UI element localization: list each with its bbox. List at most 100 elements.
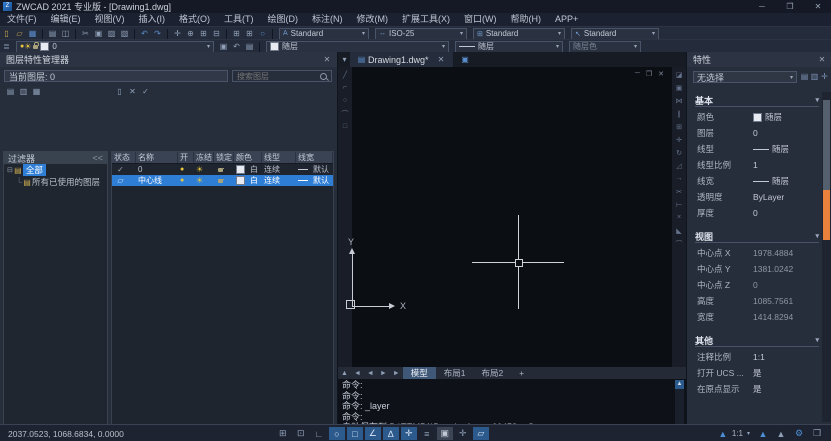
annotation-visibility-icon[interactable]: ▲ (755, 427, 771, 440)
rotate-icon[interactable]: ↻ (674, 148, 685, 157)
menu-view[interactable]: 视图(V) (88, 13, 132, 26)
nav-first-icon[interactable]: ◄ (351, 370, 364, 377)
prop-value[interactable]: 是 (753, 367, 817, 379)
maximize-button[interactable]: ❐ (777, 0, 803, 13)
tab-menu-icon[interactable]: ▾ (338, 54, 351, 65)
properties-close-icon[interactable]: ✕ (816, 54, 828, 65)
tab-layout1[interactable]: 布局1 (436, 367, 474, 379)
menu-express[interactable]: 扩展工具(X) (395, 13, 457, 26)
viewport-icon[interactable]: ⊞ (230, 28, 243, 39)
layer-freeze-icon[interactable]: ☀ (196, 176, 203, 185)
menu-modify[interactable]: 修改(M) (350, 13, 396, 26)
table-style-combo[interactable]: ⊞ Standard▾ (473, 28, 565, 40)
section-basic[interactable]: 基本▾ (695, 94, 819, 107)
plot-icon[interactable]: ▤ (46, 28, 59, 39)
nav-next-icon[interactable]: ► (377, 370, 390, 377)
prop-value[interactable]: 是 (753, 383, 817, 395)
scale-icon[interactable]: ◿ (674, 161, 685, 170)
minimize-button[interactable]: ─ (749, 0, 775, 13)
annotation-scale-value[interactable]: 1:1 (732, 429, 743, 438)
annotation-scale-icon[interactable]: ▲ (715, 427, 731, 440)
zoom-window-icon[interactable]: ⊞ (197, 28, 210, 39)
color-combo[interactable]: 随层 ▾ (266, 41, 449, 53)
layer-search-input[interactable] (237, 72, 320, 81)
move-icon[interactable]: ✛ (674, 135, 685, 144)
chevron-down-icon[interactable]: ▾ (744, 427, 753, 440)
arc-tool-icon[interactable]: ⌒ (340, 109, 351, 118)
cursor-toggle-icon[interactable]: ✛ (455, 427, 471, 440)
fullscreen-icon[interactable]: ❒ (809, 427, 825, 440)
menu-file[interactable]: 文件(F) (0, 13, 44, 26)
trim-icon[interactable]: ✂ (674, 187, 685, 196)
paste-icon[interactable]: ▨ (105, 28, 118, 39)
section-other[interactable]: 其他▾ (695, 334, 819, 347)
drawing-tab[interactable]: ▤ Drawing1.dwg* ✕ (350, 52, 453, 67)
prop-value[interactable]: 随层 (753, 143, 817, 155)
settings-gear-icon[interactable]: ⚙ (791, 427, 807, 440)
prop-value[interactable]: 1 (753, 160, 817, 170)
tree-item-all[interactable]: ⊟ ▤ 全部 (4, 164, 107, 176)
menu-window[interactable]: 窗口(W) (457, 13, 504, 26)
layer-lock-icon[interactable] (218, 168, 223, 172)
select-objects-icon[interactable]: ✛ (819, 71, 830, 83)
preview-icon[interactable]: ◫ (59, 28, 72, 39)
layer-search-box[interactable] (232, 70, 332, 82)
polar-toggle-icon[interactable]: ∠ (365, 427, 381, 440)
layer-combo[interactable]: ● ☀ 0 ▾ (16, 41, 214, 53)
layer-previous-icon[interactable]: ↶ (230, 41, 243, 52)
dim-style-combo[interactable]: ↔ ISO-25▾ (375, 28, 467, 40)
new-drawing-tab-icon[interactable]: ▣ (459, 54, 472, 65)
menu-draw[interactable]: 绘图(D) (261, 13, 306, 26)
polar-track-toggle-icon[interactable]: ∆ (383, 427, 399, 440)
layer-on-icon[interactable]: ● (180, 177, 184, 184)
tree-item-used-layers[interactable]: └ ▤ 所有已使用的图层 (4, 176, 107, 188)
circle-tool-icon[interactable]: ○ (340, 96, 351, 105)
menu-app-plus[interactable]: APP+ (548, 13, 585, 26)
menu-dimension[interactable]: 标注(N) (305, 13, 350, 26)
menu-edit[interactable]: 编辑(E) (44, 13, 88, 26)
annotation-autoscale-icon[interactable]: ▲ (773, 427, 789, 440)
mdi-minimize-icon[interactable]: ─ (635, 70, 640, 78)
mdi-close-icon[interactable]: ✕ (658, 70, 664, 78)
close-button[interactable]: ✕ (805, 0, 831, 13)
zoom-previous-icon[interactable]: ⊟ (210, 28, 223, 39)
layer-states-icon[interactable]: ▤ (243, 41, 256, 52)
selection-combo[interactable]: 无选择 ▾ (693, 71, 797, 83)
properties-scrollbar[interactable] (822, 92, 831, 422)
menu-format[interactable]: 格式(O) (172, 13, 217, 26)
drawing-canvas[interactable]: ╱ ⌐ ○ ⌒ □ ◪ ▣ ⋈ ∥ ⊞ ✛ ↻ ◿ → ✂ ⊢ × ◣ (338, 67, 686, 367)
layer-manager-close-icon[interactable]: ✕ (321, 54, 333, 65)
cut-icon[interactable]: ✂ (79, 28, 92, 39)
tab-model[interactable]: 模型 (403, 367, 436, 379)
make-layer-current-icon[interactable]: ▣ (217, 41, 230, 52)
line-tool-icon[interactable]: ╱ (340, 70, 351, 79)
erase-icon[interactable]: ◪ (674, 70, 685, 79)
tab-close-icon[interactable]: ✕ (435, 54, 448, 65)
redo-icon[interactable]: ↷ (151, 28, 164, 39)
new-layer-icon[interactable]: ▯ (113, 86, 126, 97)
mdi-restore-icon[interactable]: ❐ (646, 70, 652, 78)
layer-color-swatch[interactable] (236, 176, 245, 185)
zoom-realtime-icon[interactable]: ⊕ (184, 28, 197, 39)
offset-icon[interactable]: ∥ (674, 109, 685, 118)
prop-value[interactable]: ByLayer (753, 192, 817, 202)
new-group-filter-icon[interactable]: ▥ (17, 86, 30, 97)
linetype-combo[interactable]: 随层 ▾ (455, 41, 563, 53)
scroll-up-icon[interactable]: ▲ (675, 380, 684, 389)
menu-insert[interactable]: 插入(I) (132, 13, 173, 26)
layer-on-icon[interactable]: ● (180, 166, 184, 173)
tab-layout2[interactable]: 布局2 (473, 367, 511, 379)
layers-icon[interactable]: ≣ (0, 41, 13, 52)
osnap-toggle-icon[interactable]: ✛ (401, 427, 417, 440)
prop-value[interactable]: 0 (753, 208, 817, 218)
match-properties-icon[interactable]: ▧ (118, 28, 131, 39)
lineweight-toggle-icon[interactable]: ≡ (419, 427, 435, 440)
layer-lock-icon[interactable] (218, 179, 223, 183)
new-property-filter-icon[interactable]: ▤ (4, 86, 17, 97)
grid-toggle-icon[interactable]: ⊞ (275, 427, 291, 440)
break-icon[interactable]: × (674, 213, 685, 222)
chamfer-icon[interactable]: ◣ (674, 226, 685, 235)
mleader-style-combo[interactable]: ↖ Standard▾ (571, 28, 659, 40)
esnap-toggle-icon[interactable]: ○ (329, 427, 345, 440)
prop-value[interactable]: 随层 (753, 111, 817, 123)
